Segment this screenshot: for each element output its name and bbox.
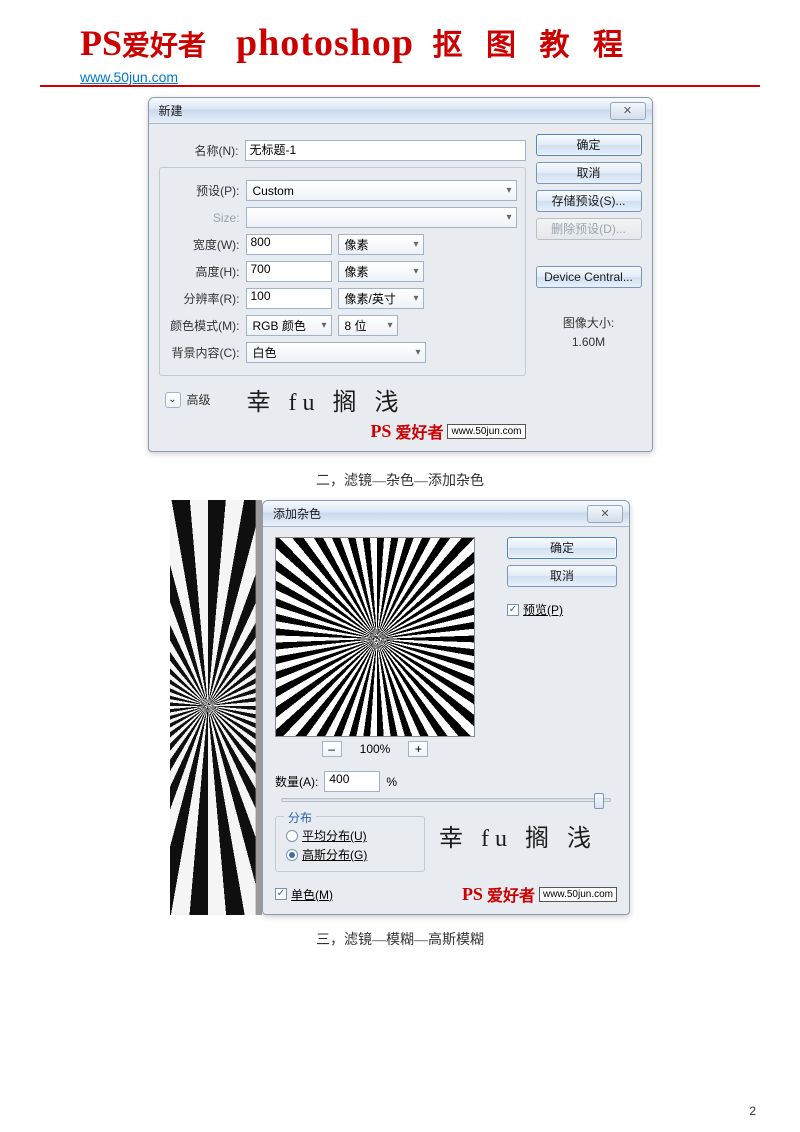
bg-label: 背景内容(C): xyxy=(160,344,246,361)
color-bits-select[interactable]: 8 位▾ xyxy=(338,315,398,336)
group-title: 分布 xyxy=(284,809,316,826)
chevron-down-icon: ▾ xyxy=(413,239,418,250)
chevron-down-icon: ⌄ xyxy=(165,392,181,408)
caption-noise: 二，滤镜—杂色—添加杂色 xyxy=(40,470,760,490)
dialog-title: 添加杂色 xyxy=(273,505,321,522)
noise-preview[interactable] xyxy=(275,537,475,737)
close-button[interactable]: ✕ xyxy=(610,102,646,120)
watermark-logo: PS爱好者 www.50jun.com xyxy=(370,419,525,443)
logo-ah: 爱好者 xyxy=(122,31,206,62)
device-central-button[interactable]: Device Central... xyxy=(536,266,642,288)
page-number: 2 xyxy=(749,1104,756,1118)
cancel-button[interactable]: 取消 xyxy=(507,565,617,587)
radio-icon xyxy=(286,830,298,842)
height-unit-select[interactable]: 像素▾ xyxy=(338,261,424,282)
name-label: 名称(N): xyxy=(159,142,245,159)
chevron-down-icon: ▾ xyxy=(506,212,511,223)
chevron-down-icon: ▾ xyxy=(413,293,418,304)
size-label: Size: xyxy=(160,211,246,225)
resolution-unit-select[interactable]: 像素/英寸▾ xyxy=(338,288,424,309)
save-preset-button[interactable]: 存储预设(S)... xyxy=(536,190,642,212)
titlebar-new: 新建 ✕ xyxy=(149,98,652,124)
page-title: photoshop 抠 图 教 程 xyxy=(236,20,631,65)
cancel-button[interactable]: 取消 xyxy=(536,162,642,184)
color-mode-select[interactable]: RGB 颜色▾ xyxy=(246,315,332,336)
amount-label: 数量(A): xyxy=(275,773,318,790)
site-url-link[interactable]: www.50jun.com xyxy=(80,69,178,85)
zoom-in-button[interactable]: + xyxy=(408,741,428,757)
delete-preset-button: 删除预设(D)... xyxy=(536,218,642,240)
monochrome-checkbox-row[interactable]: 单色(M) xyxy=(275,886,333,903)
gaussian-radio[interactable]: 高斯分布(G) xyxy=(286,846,414,863)
height-label: 高度(H): xyxy=(160,263,246,280)
chevron-down-icon: ▾ xyxy=(506,185,511,196)
size-select: ▾ xyxy=(246,207,517,228)
zoom-value: 100% xyxy=(360,742,391,756)
amount-input[interactable]: 400 xyxy=(324,771,380,792)
dialog-title: 新建 xyxy=(159,102,183,119)
add-noise-dialog: 添加杂色 ✕ 确定 取消 预览(P) – 100% + xyxy=(262,500,630,915)
logo-ps: PS xyxy=(80,23,122,63)
chevron-down-icon: ▾ xyxy=(415,347,420,358)
color-mode-label: 颜色模式(M): xyxy=(160,317,246,334)
chevron-down-icon: ▾ xyxy=(413,266,418,277)
add-noise-section: 添加杂色 ✕ 确定 取消 预览(P) – 100% + xyxy=(170,500,630,915)
width-input[interactable]: 800 xyxy=(246,234,332,255)
preset-select[interactable]: Custom▾ xyxy=(246,180,517,201)
amount-unit: % xyxy=(386,775,397,789)
page-header: PS爱好者 photoshop 抠 图 教 程 www.50jun.com xyxy=(40,0,760,87)
checkbox-icon xyxy=(275,888,287,900)
titlebar-noise: 添加杂色 ✕ xyxy=(263,501,629,527)
noise-background-sample xyxy=(170,500,262,915)
title-en: photoshop xyxy=(236,22,414,64)
radio-icon xyxy=(286,849,298,861)
uniform-radio[interactable]: 平均分布(U) xyxy=(286,827,414,844)
zoom-out-button[interactable]: – xyxy=(322,741,342,757)
watermark-text: 幸 fu 搁 浅 xyxy=(247,382,405,417)
title-cn: 抠 图 教 程 xyxy=(433,29,632,62)
ok-button[interactable]: 确定 xyxy=(536,134,642,156)
amount-slider[interactable] xyxy=(281,798,611,802)
advanced-toggle[interactable]: ⌄ 高级 幸 fu 搁 浅 xyxy=(165,382,526,417)
resolution-label: 分辨率(R): xyxy=(160,290,246,307)
name-input[interactable]: 无标题-1 xyxy=(245,140,526,161)
watermark-logo: PS爱好者 www.50jun.com xyxy=(462,882,617,906)
checkbox-icon xyxy=(507,604,519,616)
caption-blur: 三，滤镜—模糊—高斯模糊 xyxy=(40,929,760,949)
ok-button[interactable]: 确定 xyxy=(507,537,617,559)
resolution-input[interactable]: 100 xyxy=(246,288,332,309)
chevron-down-icon: ▾ xyxy=(387,320,392,331)
image-size-info: 图像大小: 1.60M xyxy=(536,314,642,352)
watermark-text: 幸 fu 搁 浅 xyxy=(439,818,617,853)
new-document-dialog: 新建 ✕ 名称(N): 无标题-1 预设(P): Custom▾ Size: ▾ xyxy=(148,97,653,452)
slider-thumb[interactable] xyxy=(594,793,604,809)
bg-select[interactable]: 白色▾ xyxy=(246,342,426,363)
distribution-group: 分布 平均分布(U) 高斯分布(G) xyxy=(275,816,425,872)
width-label: 宽度(W): xyxy=(160,236,246,253)
close-button[interactable]: ✕ xyxy=(587,505,623,523)
width-unit-select[interactable]: 像素▾ xyxy=(338,234,424,255)
preset-label: 预设(P): xyxy=(160,182,246,199)
logo: PS爱好者 xyxy=(80,22,206,64)
chevron-down-icon: ▾ xyxy=(321,320,326,331)
preview-checkbox-row[interactable]: 预览(P) xyxy=(507,601,617,618)
height-input[interactable]: 700 xyxy=(246,261,332,282)
